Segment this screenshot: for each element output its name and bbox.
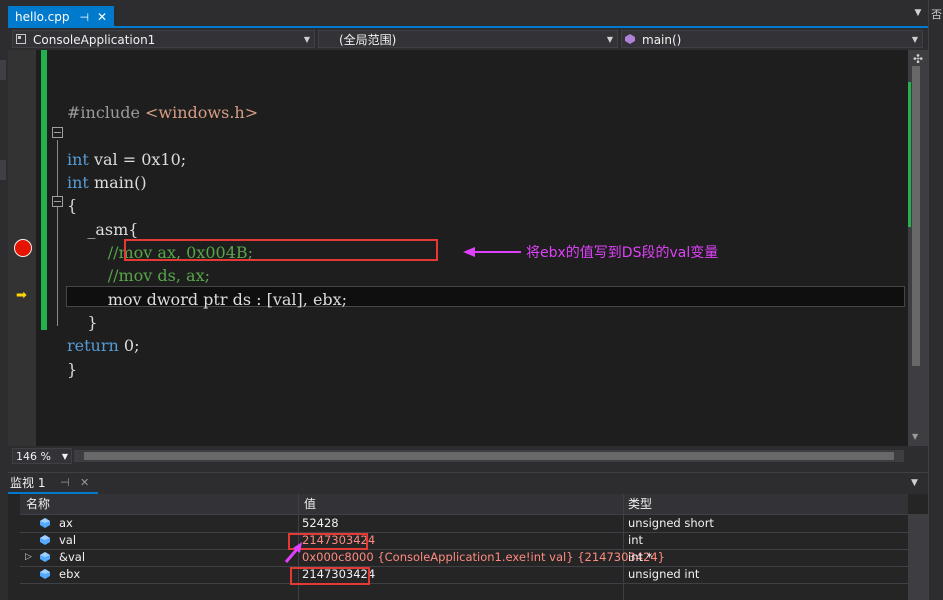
- watch-row[interactable]: ebx 2147303424 unsigned int: [20, 566, 908, 584]
- member-dropdown[interactable]: main() ▼: [621, 30, 923, 48]
- code-line[interactable]: {: [67, 194, 77, 217]
- fold-guide: [57, 140, 58, 326]
- highlight-box: [124, 239, 438, 261]
- field-icon: [40, 518, 50, 528]
- watch-row[interactable]: val 2147303424 int: [20, 532, 908, 550]
- member-name: main(): [642, 33, 682, 47]
- horizontal-scrollbar-thumb[interactable]: [84, 452, 894, 460]
- project-name: ConsoleApplication1: [33, 33, 156, 47]
- strip-mark: [0, 60, 6, 80]
- code-line[interactable]: }: [67, 311, 98, 334]
- chevron-down-icon: ▼: [303, 35, 310, 44]
- watch-name: &val: [59, 550, 86, 564]
- zoom-dropdown[interactable]: 146 % ▼: [12, 448, 72, 464]
- watch-name: ax: [59, 516, 73, 530]
- fold-collapse-icon[interactable]: [52, 196, 63, 207]
- watch-type: unsigned int: [628, 567, 700, 581]
- pin-icon[interactable]: ⊣: [79, 11, 89, 24]
- code-text: 0;: [118, 336, 140, 355]
- splitter-icon[interactable]: ✣: [913, 52, 923, 66]
- highlight-box: [290, 567, 370, 585]
- code-line[interactable]: }: [67, 358, 77, 381]
- watch-row[interactable]: ▷ &val 0x000c8000 {ConsoleApplication1.exe…: [20, 549, 908, 567]
- scope-name: (全局范围): [339, 33, 397, 47]
- watch-column-header: 名称 值 类型: [20, 494, 908, 515]
- watch-type: unsigned short: [628, 516, 714, 530]
- pin-icon[interactable]: ⊣: [60, 476, 70, 489]
- include-path: <windows.h>: [145, 103, 259, 122]
- document-tab-bar: [8, 0, 928, 28]
- method-icon: [625, 34, 635, 44]
- scrollbar-change-marker: [908, 82, 911, 227]
- watch-tab-title[interactable]: 监视 1: [10, 474, 45, 492]
- navigation-bar: ConsoleApplication1 ▼ (全局范围) ▼ main() ▼: [8, 28, 928, 50]
- code-line[interactable]: int val = 0x10;: [67, 148, 186, 171]
- zoom-level: 146 %: [16, 450, 51, 463]
- keyword: return: [67, 336, 119, 355]
- code-text: }: [67, 360, 78, 379]
- annotation-arrow-icon: [284, 542, 302, 563]
- column-name[interactable]: 名称: [26, 494, 50, 514]
- scrollbar-thumb[interactable]: [912, 66, 920, 366]
- scroll-down-icon[interactable]: ▼: [912, 432, 918, 441]
- code-line[interactable]: mov dword ptr ds : [val], ebx;: [67, 288, 347, 311]
- code-text: val = 0x10;: [88, 150, 187, 169]
- watch-value[interactable]: 52428: [302, 515, 339, 532]
- code-text: mov dword ptr ds : [val], ebx;: [67, 290, 348, 309]
- code-comment: //mov ds, ax;: [67, 266, 210, 285]
- panel-dropdown-icon[interactable]: ▼: [911, 478, 918, 488]
- code-line[interactable]: _asm{: [67, 218, 138, 241]
- watch-type: int *: [628, 550, 653, 564]
- right-edge-panel: 否: [928, 0, 943, 600]
- fold-collapse-icon[interactable]: [52, 127, 63, 138]
- close-icon[interactable]: ✕: [80, 476, 89, 489]
- watch-row[interactable]: ax 52428 unsigned short: [20, 515, 908, 533]
- watch-scrollbar[interactable]: [908, 514, 928, 600]
- code-text: {: [67, 196, 78, 215]
- code-line[interactable]: return 0;: [67, 334, 139, 357]
- strip-mark: [0, 160, 6, 180]
- breakpoint-icon[interactable]: [14, 239, 32, 257]
- keyword: int: [67, 173, 89, 192]
- code-line[interactable]: #include <windows.h>: [67, 101, 258, 124]
- annotation-text: 将ebx的值写到DS段的val变量: [526, 245, 719, 261]
- column-type[interactable]: 类型: [628, 494, 652, 514]
- chevron-down-icon: ▼: [911, 35, 918, 44]
- right-edge-label[interactable]: 否: [931, 6, 942, 22]
- code-line[interactable]: //mov ds, ax;: [67, 264, 210, 287]
- annotation-arrow-icon: [463, 247, 521, 257]
- field-icon: [40, 569, 50, 579]
- chevron-down-icon: ▼: [606, 35, 613, 44]
- watch-value[interactable]: 0x000c8000 {ConsoleApplication1.exe!int …: [302, 549, 665, 566]
- watch-name: ebx: [59, 567, 81, 581]
- project-dropdown[interactable]: ConsoleApplication1 ▼: [12, 30, 315, 48]
- instruction-pointer-icon: ➡: [16, 288, 27, 303]
- tab-title: hello.cpp: [15, 10, 70, 24]
- tab-dropdown-icon[interactable]: ▼: [911, 8, 925, 22]
- project-icon: [16, 34, 26, 44]
- watch-type: int: [628, 533, 643, 547]
- keyword: int: [67, 150, 89, 169]
- watch-name: val: [59, 533, 77, 547]
- code-text: _asm{: [67, 220, 139, 239]
- change-tracking-bar: [41, 50, 47, 330]
- chevron-down-icon: ▼: [61, 452, 68, 461]
- variable-icon: [40, 535, 50, 545]
- scope-dropdown[interactable]: (全局范围) ▼: [318, 30, 618, 48]
- close-icon[interactable]: ✕: [97, 10, 107, 24]
- left-tool-strip: [0, 0, 8, 600]
- column-value[interactable]: 值: [304, 494, 316, 514]
- tab-hello-cpp[interactable]: hello.cpp ⊣ ✕: [8, 6, 114, 28]
- expand-arrow-icon[interactable]: ▷: [25, 549, 32, 566]
- watch-panel-header: [8, 472, 928, 495]
- code-text: }: [67, 313, 98, 332]
- field-icon: [40, 552, 50, 562]
- code-line[interactable]: int main(): [67, 171, 147, 194]
- code-text: main(): [88, 173, 147, 192]
- preprocessor-directive: #include: [67, 103, 146, 122]
